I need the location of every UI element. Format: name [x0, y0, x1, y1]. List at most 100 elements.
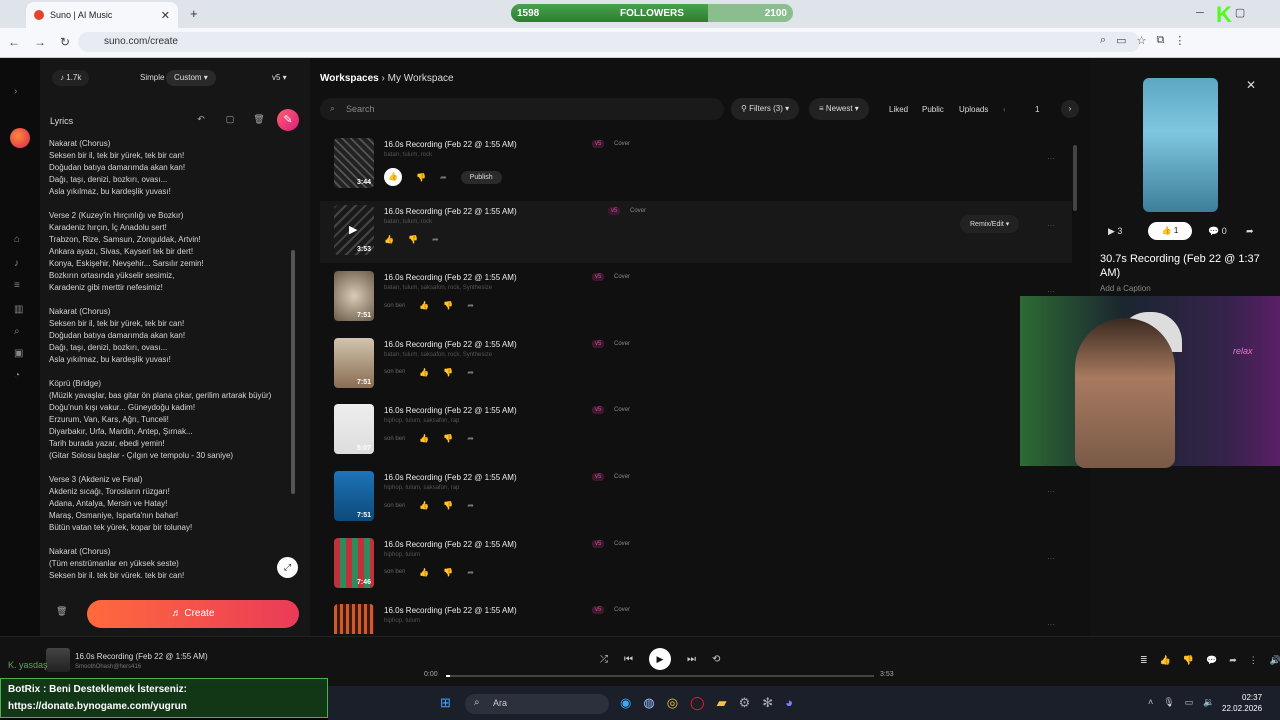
song-thumbnail[interactable]: 7:51: [334, 337, 374, 388]
song-thumbnail[interactable]: 3:53 ▶: [334, 204, 374, 255]
settings-icon[interactable]: ⚙: [739, 695, 751, 711]
reload-icon[interactable]: ↻: [60, 35, 70, 49]
library-icon[interactable]: ≡: [14, 280, 20, 291]
queue-icon[interactable]: ≣: [1140, 655, 1148, 666]
mic-icon[interactable]: 🎙: [1163, 697, 1174, 708]
new-tab-button[interactable]: +: [190, 6, 198, 21]
home-icon[interactable]: ⌂: [14, 234, 20, 245]
discord-icon[interactable]: ◕: [785, 695, 793, 711]
song-more-icon[interactable]: ⋯: [1047, 154, 1055, 163]
song-thumbnail[interactable]: [334, 604, 374, 634]
thumbs-down-icon[interactable]: 👎: [416, 173, 426, 182]
thumbs-down-icon[interactable]: 👎: [443, 501, 453, 510]
filters-button[interactable]: ⚲ Filters (3) ▾: [731, 98, 800, 120]
create-button[interactable]: ♬ Create: [87, 600, 299, 628]
zoom-icon[interactable]: ⌕: [1100, 34, 1106, 47]
song-title[interactable]: 16.0s Recording (Feb 22 @ 1:55 AM): [384, 140, 517, 149]
song-artist[interactable]: son ben: [384, 436, 405, 442]
thumbs-down-icon[interactable]: 👎: [408, 235, 418, 244]
share-icon[interactable]: ➦: [432, 235, 439, 244]
song-thumbnail[interactable]: 7:46: [334, 537, 374, 588]
public-filter[interactable]: Public: [922, 105, 944, 114]
generate-lyrics-button[interactable]: ✎: [277, 109, 299, 131]
play-button[interactable]: ▶: [649, 648, 671, 670]
song-title[interactable]: 16.0s Recording (Feb 22 @ 1:55 AM): [384, 340, 517, 349]
sort-button[interactable]: ≡ Newest ▾: [809, 98, 869, 120]
song-more-icon[interactable]: ⋯: [1047, 554, 1055, 563]
progress-track[interactable]: [446, 675, 874, 677]
song-title[interactable]: 16.0s Recording (Feb 22 @ 1:55 AM): [384, 273, 517, 282]
add-caption-link[interactable]: Add a Caption: [1100, 284, 1151, 293]
thumbs-up-icon[interactable]: 👍: [419, 434, 429, 443]
song-title[interactable]: 16.0s Recording (Feb 22 @ 1:55 AM): [384, 473, 517, 482]
song-more-icon[interactable]: ⋯: [1047, 221, 1055, 230]
song-row[interactable]: 7:51 16.0s Recording (Feb 22 @ 1:55 AM) v5…: [320, 334, 1072, 396]
mode-custom[interactable]: Custom ▾: [166, 70, 216, 86]
opera-icon[interactable]: ◯: [690, 695, 705, 711]
share-icon[interactable]: ➦: [467, 301, 474, 310]
song-artist[interactable]: son ben: [384, 303, 405, 309]
profile-orb-icon[interactable]: [10, 128, 30, 148]
song-row[interactable]: 16.0s Recording (Feb 22 @ 1:55 AM) v5 Cove…: [320, 600, 1072, 634]
song-thumbnail[interactable]: 5:07: [334, 404, 374, 455]
windows-start-icon[interactable]: ⊞: [440, 695, 451, 711]
song-more-icon[interactable]: ⋯: [1047, 287, 1055, 296]
song-row[interactable]: 7:46 16.0s Recording (Feb 22 @ 1:55 AM) v5…: [320, 534, 1072, 596]
version-select[interactable]: v5 ▾: [264, 70, 295, 86]
forward-icon[interactable]: →: [34, 35, 46, 49]
share-icon[interactable]: ➦: [467, 501, 474, 510]
expand-icon[interactable]: ›: [14, 86, 17, 97]
song-cover-art[interactable]: [1143, 78, 1218, 212]
lyrics-textarea[interactable]: Nakarat (Chorus) Seksen bir il, tek bir …: [49, 138, 289, 578]
liked-filter[interactable]: Liked: [889, 105, 908, 114]
like-button[interactable]: 👍 1: [1148, 222, 1192, 240]
close-detail-icon[interactable]: ✕: [1246, 78, 1256, 92]
share-icon[interactable]: ➦: [440, 173, 447, 182]
cast-icon[interactable]: ▭: [1116, 34, 1126, 47]
network-icon[interactable]: ▭: [1185, 697, 1194, 708]
more-icon[interactable]: ⋮: [1249, 655, 1258, 666]
thumbs-down-icon[interactable]: 👎: [1183, 655, 1194, 666]
thumbs-up-icon[interactable]: 👍: [384, 235, 394, 244]
extensions-icon[interactable]: ⧉: [1156, 34, 1164, 47]
back-icon[interactable]: ←: [8, 35, 20, 49]
share-icon[interactable]: ➦: [1246, 226, 1254, 237]
chrome-icon[interactable]: ◎: [667, 695, 678, 711]
repeat-icon[interactable]: ⟲: [712, 654, 720, 665]
player-title[interactable]: 16.0s Recording (Feb 22 @ 1:55 AM): [75, 652, 208, 661]
thumbs-up-icon[interactable]: 👍: [419, 501, 429, 510]
song-title[interactable]: 16.0s Recording (Feb 22 @ 1:55 AM): [384, 606, 517, 615]
song-artist[interactable]: son ben: [384, 503, 405, 509]
song-thumbnail[interactable]: 7:51: [334, 271, 374, 322]
notifications-icon[interactable]: ◔: [14, 370, 20, 381]
clear-icon[interactable]: 🗑: [56, 606, 70, 620]
tab-close-icon[interactable]: ✕: [161, 9, 170, 22]
player-artist[interactable]: SmoothOhash@hers416: [75, 664, 141, 670]
thumbs-up-icon[interactable]: 👍: [384, 168, 402, 186]
browser-actions[interactable]: ⌕ ▭ ☆ ⧉ ⋮: [1100, 34, 1185, 47]
song-row[interactable]: 7:51 16.0s Recording (Feb 22 @ 1:55 AM) v5…: [320, 467, 1072, 529]
steam-icon[interactable]: ◍: [643, 695, 654, 711]
page-number[interactable]: 1: [1035, 105, 1039, 114]
menu-icon[interactable]: ⋮: [1174, 34, 1185, 47]
publish-button[interactable]: Publish: [460, 170, 502, 184]
comments-button[interactable]: 💬 0: [1208, 226, 1227, 237]
clock[interactable]: 02:37 22.02.2026: [1222, 692, 1262, 714]
thumbs-down-icon[interactable]: 👎: [443, 368, 453, 377]
play-overlay-icon[interactable]: ▶: [349, 223, 357, 236]
edge-icon[interactable]: ◉: [620, 695, 631, 711]
app-icon[interactable]: ✻: [762, 695, 773, 711]
song-thumbnail[interactable]: 3:44: [334, 138, 374, 188]
crumb-workspaces[interactable]: Workspaces: [320, 73, 379, 84]
inbox-icon[interactable]: ▣: [14, 348, 23, 359]
thumbs-up-icon[interactable]: 👍: [419, 368, 429, 377]
song-list-scrollbar[interactable]: [1073, 145, 1077, 211]
song-artist[interactable]: son ben: [384, 569, 405, 575]
comment-icon[interactable]: 💬: [1206, 655, 1217, 666]
trash-lyrics-icon[interactable]: 🗑: [250, 110, 268, 128]
song-more-icon[interactable]: ⋯: [1047, 487, 1055, 496]
share-player-icon[interactable]: ➦: [1229, 655, 1237, 666]
url-field[interactable]: suno.com/create: [78, 32, 1140, 52]
credits-badge[interactable]: ♪ 1.7k: [52, 70, 90, 86]
undo-icon[interactable]: ↶: [192, 110, 210, 128]
